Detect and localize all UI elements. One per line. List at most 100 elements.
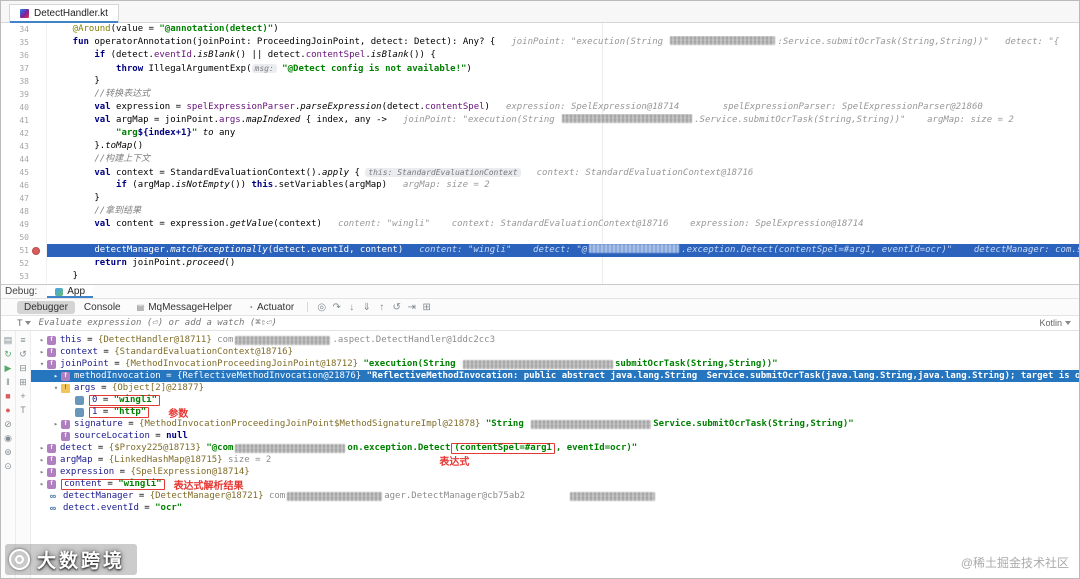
code-line[interactable]: 47 } (1, 192, 1079, 205)
code-line[interactable]: 37 throw IllegalArgumentExp(msg: "@Detec… (1, 62, 1079, 75)
show-execution-point-icon[interactable]: ◎ (314, 301, 329, 314)
variable-row[interactable]: 1 = "http" 参数 (31, 406, 1079, 420)
code-line[interactable]: 40 val expression = spelExpressionParser… (1, 101, 1079, 114)
editor-gutter[interactable]: 38 (1, 75, 47, 88)
editor-gutter[interactable]: 37 (1, 62, 47, 75)
editor-gutter[interactable]: 46 (1, 179, 47, 192)
variable-row[interactable]: ▸ f signature = {MethodInvocationProceedin… (31, 418, 1079, 430)
pin-icon[interactable]: ⊙ (2, 460, 14, 472)
breakpoint-icon[interactable] (32, 246, 40, 255)
restore-layout-icon[interactable]: ↺ (17, 348, 29, 360)
line-number[interactable]: 37 (3, 62, 29, 75)
code-line[interactable]: 36 if (detect.eventId.isBlank() || detec… (1, 49, 1079, 62)
editor-gutter[interactable]: 52 (1, 257, 47, 270)
variable-row[interactable]: ▸ f detect = {$Proxy225@18713} "@com on.exc… (31, 442, 1079, 454)
line-number[interactable]: 52 (3, 257, 29, 270)
line-number[interactable]: 49 (3, 218, 29, 231)
variable-row[interactable]: ▾! args = {Object[2]@21877} (31, 382, 1079, 394)
code-line[interactable]: 39 //转换表达式 (1, 88, 1079, 101)
editor-gutter[interactable]: 39 (1, 88, 47, 101)
expand-arrow-icon[interactable]: ▸ (37, 466, 47, 478)
line-number[interactable]: 45 (3, 166, 29, 179)
expand-arrow-icon[interactable]: ▸ (51, 370, 61, 382)
variable-row[interactable]: ▸ f argMap = {LinkedHashMap@18715} size = … (31, 454, 1079, 468)
mute-breakpoints-icon[interactable]: ⊘ (2, 418, 14, 430)
expand-arrow-icon[interactable]: ▸ (37, 454, 47, 466)
expand-arrow-icon[interactable]: ▾ (37, 358, 47, 370)
line-number[interactable]: 34 (3, 23, 29, 36)
variable-row[interactable]: ▸ f methodInvocation = {ReflectiveMethodIn… (31, 370, 1079, 382)
expand-all-icon[interactable]: ⊞ (17, 376, 29, 388)
drop-frame-icon[interactable]: ↺ (389, 301, 404, 314)
variable-row[interactable]: f sourceLocation = null (31, 430, 1079, 442)
line-number[interactable]: 39 (3, 88, 29, 101)
editor-gutter[interactable]: 50 (1, 231, 47, 244)
code-line[interactable]: 42 "arg${index+1}" to any (1, 127, 1079, 140)
variable-row[interactable]: ▸ f context = {StandardEvaluationContext@1… (31, 346, 1079, 358)
breakpoint-slot[interactable] (29, 246, 43, 255)
line-number[interactable]: 48 (3, 205, 29, 218)
code-line[interactable]: 43 }.toMap() (1, 140, 1079, 153)
expand-arrow-icon[interactable]: ▸ (37, 442, 47, 454)
step-into-icon[interactable]: ↓ (344, 301, 359, 314)
editor-gutter[interactable]: 41 (1, 114, 47, 127)
code-line[interactable]: 46 if (argMap.isNotEmpty()) this.setVari… (1, 179, 1079, 192)
code-line[interactable]: 34 @Around(value = "@annotation(detect)"… (1, 23, 1079, 36)
line-number[interactable]: 41 (3, 114, 29, 127)
variable-row[interactable]: ▸ f content = "wingli" 表达式解析结果 (31, 478, 1079, 492)
evaluate-expression-icon[interactable]: ⊞ (419, 301, 434, 314)
editor-gutter[interactable]: 36 (1, 49, 47, 62)
line-number[interactable]: 38 (3, 75, 29, 88)
snapshot-icon[interactable]: ◉ (2, 432, 14, 444)
rerun-icon[interactable]: ↻ (2, 348, 14, 360)
editor-gutter[interactable]: 34 (1, 23, 47, 36)
line-number[interactable]: 51 (3, 244, 29, 257)
editor-gutter[interactable]: 53 (1, 270, 47, 283)
view-breakpoints-icon[interactable]: ● (2, 404, 14, 416)
editor-gutter[interactable]: 48 (1, 205, 47, 218)
step-out-icon[interactable]: ↑ (374, 301, 389, 314)
editor-gutter[interactable]: 44 (1, 153, 47, 166)
debug-session-tab[interactable]: App (47, 285, 94, 298)
expression-type-toggle[interactable]: T (17, 318, 31, 328)
resume-icon[interactable]: ▶ (2, 362, 14, 374)
editor-gutter[interactable]: 42 (1, 127, 47, 140)
line-number[interactable]: 36 (3, 49, 29, 62)
editor-gutter[interactable]: 35 (1, 36, 47, 49)
debug-tab-actuator[interactable]: ◔ Actuator (241, 301, 301, 314)
editor-gutter[interactable]: 40 (1, 101, 47, 114)
line-number[interactable]: 53 (3, 270, 29, 283)
collapse-all-icon[interactable]: ⊟ (17, 362, 29, 374)
force-step-into-icon[interactable]: ⇓ (359, 301, 374, 314)
code-line[interactable]: 35 fun operatorAnnotation(joinPoint: Pro… (1, 36, 1079, 49)
pause-icon[interactable]: ‖ (2, 376, 14, 388)
code-line[interactable]: 41 val argMap = joinPoint.args.mapIndexe… (1, 114, 1079, 127)
code-line[interactable]: 38 } (1, 75, 1079, 88)
settings-icon[interactable]: ⊛ (2, 446, 14, 458)
variables-tree[interactable]: ▸ f this = {DetectHandler@18711} com .aspec… (31, 331, 1079, 578)
line-number[interactable]: 35 (3, 36, 29, 49)
line-number[interactable]: 50 (3, 231, 29, 244)
line-number[interactable]: 47 (3, 192, 29, 205)
line-number[interactable]: 42 (3, 127, 29, 140)
debug-tab-console[interactable]: Console (77, 301, 128, 314)
stop-icon[interactable]: ■ (2, 390, 14, 402)
code-line[interactable]: 52 return joinPoint.proceed() (1, 257, 1079, 270)
expand-arrow-icon[interactable]: ▸ (37, 478, 47, 490)
frames-icon[interactable]: ≡ (17, 334, 29, 346)
editor-gutter[interactable]: 49 (1, 218, 47, 231)
add-watch-icon[interactable]: + (17, 390, 29, 402)
filter-icon[interactable]: T (17, 404, 29, 416)
line-number[interactable]: 46 (3, 179, 29, 192)
editor-gutter[interactable]: 43 (1, 140, 47, 153)
step-over-icon[interactable]: ↷ (329, 301, 344, 314)
line-number[interactable]: 44 (3, 153, 29, 166)
expand-arrow-icon[interactable]: ▸ (37, 346, 47, 358)
variable-row[interactable]: ▸ f this = {DetectHandler@18711} com .aspec… (31, 334, 1079, 346)
line-number[interactable]: 43 (3, 140, 29, 153)
code-line[interactable]: 44 //构建上下文 (1, 153, 1079, 166)
variable-row[interactable]: ∞ detect.eventId = "ocr" (31, 502, 1079, 514)
expression-language-selector[interactable]: Kotlin (1039, 318, 1071, 328)
expand-arrow-icon[interactable]: ▸ (51, 418, 61, 430)
evaluate-expression-input[interactable] (38, 318, 1040, 328)
